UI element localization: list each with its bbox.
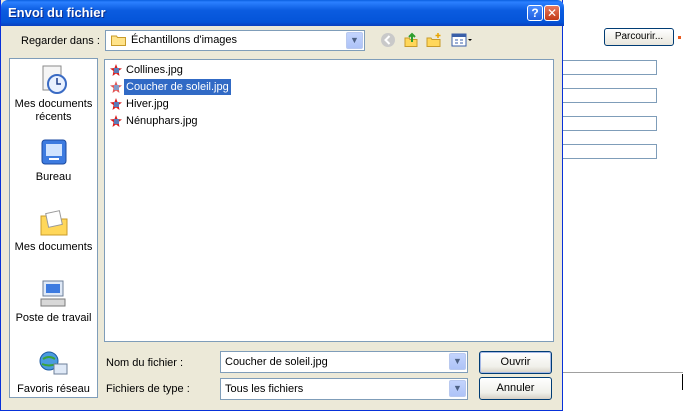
file-name: Collines.jpg — [126, 64, 183, 76]
file-name: Coucher de soleil.jpg — [124, 79, 231, 95]
image-file-icon — [110, 81, 122, 93]
place-label: Mes documents — [14, 241, 93, 253]
help-button[interactable]: ? — [527, 5, 543, 21]
open-button[interactable]: Ouvrir — [479, 351, 552, 374]
lookin-value: Échantillons d'images — [131, 34, 238, 46]
filename-value: Coucher de soleil.jpg — [225, 356, 328, 368]
lookin-combo[interactable]: Échantillons d'images ▼ — [105, 30, 365, 51]
file-list[interactable]: Collines.jpg Coucher de soleil.jpg Hiver… — [104, 59, 554, 342]
form-field[interactable] — [562, 60, 657, 75]
form-field[interactable] — [562, 116, 657, 131]
my-documents-icon — [40, 210, 67, 236]
chevron-down-icon[interactable]: ▼ — [449, 353, 466, 370]
file-name: Hiver.jpg — [126, 98, 169, 110]
filetype-value: Tous les fichiers — [225, 383, 304, 395]
folder-icon — [111, 35, 126, 46]
cancel-button[interactable]: Annuler — [479, 377, 552, 400]
chevron-down-icon[interactable]: ▼ — [449, 380, 466, 397]
chevron-down-icon[interactable]: ▼ — [346, 32, 363, 49]
filename-label: Nom du fichier : — [106, 357, 184, 369]
title-bar[interactable]: Envoi du fichier ? ✕ — [1, 0, 564, 26]
place-recent-documents[interactable]: Mes documents récents — [10, 64, 97, 124]
views-menu-icon[interactable] — [450, 32, 474, 50]
network-places-icon — [39, 351, 67, 375]
form-field[interactable] — [562, 144, 657, 159]
up-folder-icon[interactable] — [402, 32, 420, 50]
place-my-documents[interactable]: Mes documents — [10, 207, 97, 254]
file-name: Nénuphars.jpg — [126, 115, 198, 127]
required-marker — [678, 36, 681, 39]
place-my-computer[interactable]: Poste de travail — [10, 278, 97, 325]
image-file-icon — [110, 98, 122, 110]
close-button[interactable]: ✕ — [544, 5, 560, 21]
desktop-icon — [41, 139, 66, 165]
place-label: Favoris réseau — [17, 383, 90, 395]
filetype-select[interactable]: Tous les fichiers ▼ — [220, 378, 468, 400]
places-bar: Mes documents récents Bureau Mes documen… — [9, 58, 98, 398]
place-network[interactable]: Favoris réseau — [10, 349, 97, 396]
place-label: Bureau — [35, 171, 72, 183]
new-folder-icon[interactable] — [425, 32, 443, 50]
browse-button[interactable]: Parcourir... — [604, 28, 674, 46]
place-label: Mes documents récents — [14, 98, 93, 123]
recent-documents-icon — [42, 65, 67, 94]
my-computer-icon — [40, 280, 65, 307]
form-field[interactable] — [562, 88, 657, 103]
lookin-label: Regarder dans : — [21, 35, 100, 47]
back-icon[interactable] — [379, 32, 397, 50]
divider — [562, 372, 683, 373]
image-file-icon — [110, 64, 122, 76]
dialog-title: Envoi du fichier — [8, 5, 106, 20]
filename-input[interactable]: Coucher de soleil.jpg ▼ — [220, 351, 468, 373]
image-file-icon — [110, 115, 122, 127]
place-desktop[interactable]: Bureau — [10, 137, 97, 184]
file-upload-dialog: Envoi du fichier ? ✕ Regarder dans : Éch… — [0, 0, 564, 411]
filetype-label: Fichiers de type : — [106, 383, 190, 395]
place-label: Poste de travail — [15, 312, 92, 324]
